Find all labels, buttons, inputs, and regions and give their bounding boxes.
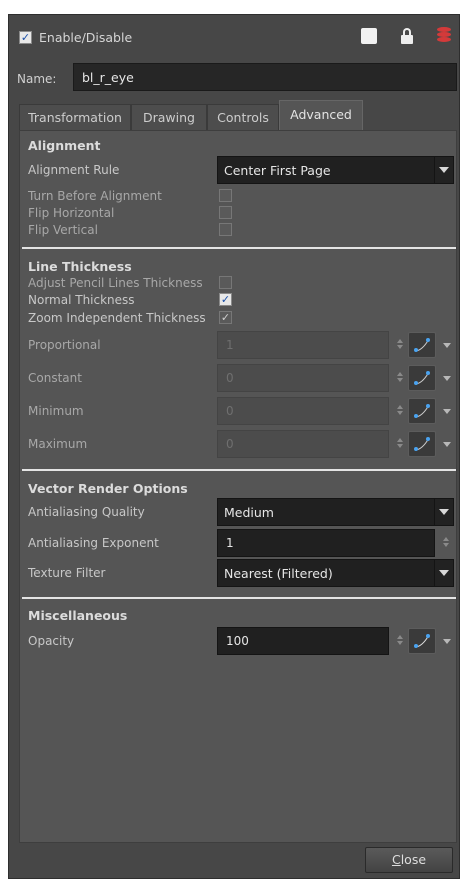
- chevron-down-icon: [439, 570, 449, 576]
- constant-spinner[interactable]: [396, 372, 404, 384]
- section-divider: [22, 247, 456, 249]
- chevron-down-icon: [439, 509, 449, 515]
- name-field[interactable]: bl_r_eye: [73, 63, 457, 91]
- chevron-down-icon[interactable]: [443, 376, 451, 381]
- texture-filter-dropdown-button[interactable]: [434, 559, 454, 587]
- section-divider: [22, 469, 456, 471]
- constant-label: Constant: [28, 371, 82, 385]
- name-label: Name:: [17, 72, 57, 86]
- chevron-down-icon: [439, 167, 449, 173]
- opacity-label: Opacity: [28, 634, 75, 648]
- zoom-independent-label: Zoom Independent Thickness: [28, 311, 206, 325]
- aa-exponent-field[interactable]: 1: [217, 529, 435, 557]
- turn-before-alignment-label: Turn Before Alignment: [28, 189, 162, 203]
- proportional-spinner[interactable]: [396, 339, 404, 351]
- texture-filter-dropdown[interactable]: Nearest (Filtered): [217, 559, 435, 587]
- minimum-field[interactable]: 0: [217, 397, 389, 425]
- line-thickness-title: Line Thickness: [28, 259, 132, 274]
- close-button[interactable]: Close: [365, 847, 453, 873]
- chevron-down-icon[interactable]: [443, 343, 451, 348]
- flip-vertical-checkbox[interactable]: ✓: [219, 223, 232, 236]
- chevron-down-icon[interactable]: [443, 639, 451, 644]
- flip-horizontal-label: Flip Horizontal: [28, 206, 115, 220]
- advanced-panel: Alignment Alignment Rule Center First Pa…: [19, 130, 457, 843]
- normal-thickness-label: Normal Thickness: [28, 293, 135, 307]
- minimum-label: Minimum: [28, 404, 84, 418]
- tab-controls[interactable]: Controls: [207, 104, 279, 130]
- maximum-field[interactable]: 0: [217, 430, 389, 458]
- aa-exponent-spinner[interactable]: [442, 537, 450, 549]
- chevron-down-icon[interactable]: [443, 442, 451, 447]
- chevron-down-icon[interactable]: [443, 409, 451, 414]
- lock-icon[interactable]: [400, 28, 414, 44]
- enable-label: Enable/Disable: [39, 30, 133, 45]
- maximum-label: Maximum: [28, 437, 88, 451]
- minimum-spinner[interactable]: [396, 405, 404, 417]
- tab-drawing[interactable]: Drawing: [131, 104, 207, 130]
- adjust-pencil-checkbox[interactable]: ✓: [219, 276, 232, 289]
- proportional-label: Proportional: [28, 338, 101, 352]
- enable-checkbox[interactable]: ✓: [19, 31, 32, 44]
- aa-quality-label: Antialiasing Quality: [28, 505, 145, 519]
- zoom-independent-checkbox[interactable]: ✓: [219, 311, 232, 324]
- flip-vertical-label: Flip Vertical: [28, 223, 98, 237]
- proportional-field[interactable]: 1: [217, 331, 389, 359]
- adjust-pencil-label: Adjust Pencil Lines Thickness: [28, 276, 203, 290]
- flip-horizontal-checkbox[interactable]: ✓: [219, 206, 232, 219]
- tab-advanced[interactable]: Advanced: [279, 100, 363, 130]
- opacity-field[interactable]: 100: [217, 627, 389, 655]
- layer-stack-icon[interactable]: [437, 27, 451, 45]
- minimum-function-button[interactable]: [408, 398, 436, 424]
- proportional-function-button[interactable]: [408, 332, 436, 358]
- aa-quality-dropdown[interactable]: Medium: [217, 498, 435, 526]
- alignment-rule-dropdown-button[interactable]: [434, 156, 454, 184]
- constant-field[interactable]: 0: [217, 364, 389, 392]
- normal-thickness-checkbox[interactable]: ✓: [219, 293, 232, 306]
- close-mnemonic: C: [391, 852, 401, 867]
- close-label: lose: [400, 852, 427, 867]
- alignment-rule-dropdown[interactable]: Center First Page: [217, 156, 435, 184]
- texture-filter-label: Texture Filter: [28, 566, 106, 580]
- turn-before-alignment-checkbox[interactable]: ✓: [219, 189, 232, 202]
- white-square-icon[interactable]: [361, 28, 377, 44]
- maximum-spinner[interactable]: [396, 438, 404, 450]
- vector-render-title: Vector Render Options: [28, 481, 188, 496]
- aa-exponent-label: Antialiasing Exponent: [28, 536, 159, 550]
- alignment-rule-label: Alignment Rule: [28, 163, 120, 177]
- tab-transformation[interactable]: Transformation: [19, 104, 131, 130]
- opacity-function-button[interactable]: [408, 628, 436, 654]
- miscellaneous-title: Miscellaneous: [28, 608, 128, 623]
- alignment-title: Alignment: [28, 138, 101, 153]
- section-divider: [22, 597, 456, 599]
- constant-function-button[interactable]: [408, 365, 436, 391]
- opacity-spinner[interactable]: [396, 635, 404, 647]
- maximum-function-button[interactable]: [408, 431, 436, 457]
- layer-properties-window: ✓ Enable/Disable Name: bl_r_eye Transfor…: [8, 14, 460, 879]
- aa-quality-dropdown-button[interactable]: [434, 498, 454, 526]
- top-bar: ✓ Enable/Disable: [9, 15, 459, 57]
